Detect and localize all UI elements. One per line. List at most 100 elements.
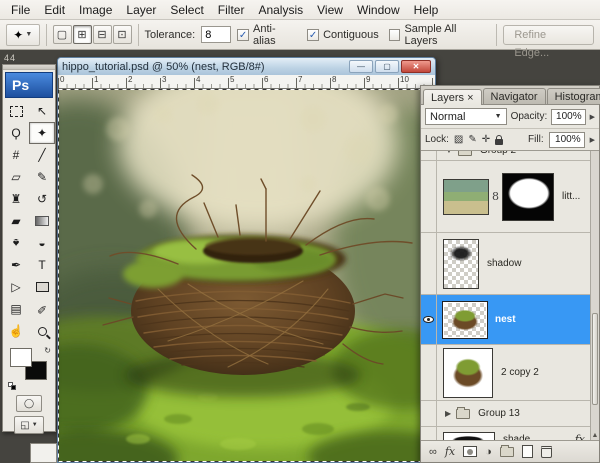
maximize-button[interactable]: ▢ <box>375 60 399 73</box>
tab-navigator[interactable]: Navigator <box>483 88 546 104</box>
layer-thumbnail[interactable] <box>443 179 489 215</box>
menu-filter[interactable]: Filter <box>211 0 252 20</box>
gradient-tool[interactable] <box>29 210 55 232</box>
layers-scrollbar[interactable]: ▲ <box>590 151 599 440</box>
checkbox-sample-all-layers[interactable]: Sample All Layers <box>389 23 491 47</box>
lock-all-icon[interactable] <box>495 139 503 145</box>
visibility-toggle[interactable] <box>421 161 437 232</box>
checkbox-anti-alias[interactable]: ✓Anti-alias <box>237 23 297 47</box>
new-selection-icon[interactable]: ▢ <box>53 25 72 44</box>
eyedropper-tool[interactable]: ✎ <box>29 298 55 320</box>
menu-edit[interactable]: Edit <box>37 0 72 20</box>
blend-mode-select[interactable]: Normal ▼ <box>425 108 507 125</box>
fill-spinner-icon[interactable]: ▶ <box>590 136 595 144</box>
visibility-toggle[interactable] <box>421 427 437 440</box>
hand-tool[interactable]: ☝ <box>3 320 29 342</box>
lock-position-icon[interactable]: ✛ <box>482 134 490 145</box>
layer-thumbnail[interactable] <box>443 302 487 338</box>
brush-tool[interactable]: ✎ <box>29 166 55 188</box>
menu-layer[interactable]: Layer <box>119 0 163 20</box>
scrollbar-thumb[interactable] <box>592 313 598 405</box>
checkbox-icon[interactable]: ✓ <box>237 29 249 41</box>
checkbox-contiguous[interactable]: ✓Contiguous <box>307 29 379 41</box>
tool-preset-picker[interactable]: ✦ ▼ <box>6 24 40 46</box>
adjustment-layer-icon[interactable]: ◑ <box>485 446 492 458</box>
quick-mask-button[interactable]: ◯ <box>16 395 42 412</box>
intersect-selection-icon[interactable]: ⊡ <box>113 25 132 44</box>
layer-thumbnail[interactable] <box>443 239 479 289</box>
magic-wand-tool[interactable]: ✦ <box>29 122 55 144</box>
healing-brush-tool[interactable]: ▱ <box>3 166 29 188</box>
menu-analysis[interactable]: Analysis <box>251 0 310 20</box>
tab-histogram[interactable]: Histogram <box>547 88 600 104</box>
delete-layer-icon[interactable] <box>541 446 552 458</box>
zoom-tool[interactable] <box>29 320 55 342</box>
history-brush-tool[interactable]: ↺ <box>29 188 55 210</box>
menu-select[interactable]: Select <box>163 0 210 20</box>
checkbox-icon[interactable] <box>389 29 401 41</box>
menu-image[interactable]: Image <box>72 0 119 20</box>
path-selection-tool[interactable]: ▷ <box>3 276 29 298</box>
shape-tool[interactable] <box>29 276 55 298</box>
lock-transparency-icon[interactable]: ▨ <box>454 134 463 145</box>
opacity-spinner-icon[interactable]: ▶ <box>590 113 595 121</box>
fill-input[interactable]: 100% <box>549 132 585 148</box>
notes-tool[interactable]: ▤ <box>3 298 29 320</box>
swap-colors-icon[interactable]: ↻ <box>44 346 51 355</box>
menu-file[interactable]: File <box>4 0 37 20</box>
move-tool[interactable]: ↖ <box>29 100 55 122</box>
group-expand-icon[interactable]: ▼ <box>445 151 453 155</box>
subtract-from-selection-icon[interactable]: ⊟ <box>93 25 112 44</box>
eraser-tool[interactable]: ▰ <box>3 210 29 232</box>
layer-fx-badge[interactable]: fx <box>575 433 585 440</box>
layer-row-nest[interactable]: nest <box>421 295 599 345</box>
minimize-button[interactable]: — <box>349 60 373 73</box>
clone-stamp-tool[interactable]: ♜ <box>3 188 29 210</box>
lock-pixels-icon[interactable]: ✎ <box>468 134 476 145</box>
menu-window[interactable]: Window <box>350 0 407 20</box>
layer-row-group13[interactable]: ▶ Group 13 <box>421 401 599 427</box>
document-titlebar[interactable]: hippo_tutorial.psd @ 50% (nest, RGB/8#) … <box>58 58 435 75</box>
link-layers-icon[interactable]: ∞ <box>429 446 437 458</box>
pen-tool[interactable]: ✒ <box>3 254 29 276</box>
group-expand-icon[interactable]: ▶ <box>445 409 451 418</box>
default-colors-icon[interactable] <box>8 382 17 390</box>
add-layer-mask-icon[interactable] <box>463 446 477 457</box>
new-group-icon[interactable] <box>500 447 514 457</box>
visibility-toggle[interactable] <box>421 151 437 160</box>
palette-grip[interactable] <box>3 65 55 70</box>
lasso-tool[interactable]: Ϙ <box>3 122 29 144</box>
type-tool[interactable]: T <box>29 254 55 276</box>
checkbox-icon[interactable]: ✓ <box>307 29 319 41</box>
foreground-color-swatch[interactable] <box>10 348 32 367</box>
layer-row-shade[interactable]: shade fx <box>421 427 599 440</box>
layer-row-group2[interactable]: ▼ Group 2 <box>421 151 599 161</box>
layer-mask-thumbnail[interactable] <box>502 173 554 221</box>
layer-row-shadow[interactable]: shadow <box>421 233 599 295</box>
visibility-toggle[interactable] <box>421 345 437 400</box>
layer-row-little-hippo[interactable]: 8 litt... <box>421 161 599 233</box>
layer-style-icon[interactable]: fx <box>445 445 455 458</box>
close-button[interactable]: ✕ <box>401 60 431 73</box>
scroll-arrow-icon[interactable]: ▲ <box>591 432 599 439</box>
blur-tool[interactable]: ♠ <box>3 232 29 254</box>
dock-collapse-label[interactable]: 44 <box>4 53 16 63</box>
add-to-selection-icon[interactable]: ⊞ <box>73 25 92 44</box>
rectangular-marquee-tool[interactable] <box>3 100 29 122</box>
visibility-toggle[interactable] <box>421 401 437 426</box>
layer-thumbnail[interactable] <box>443 348 493 398</box>
menu-help[interactable]: Help <box>407 0 446 20</box>
visibility-toggle[interactable] <box>421 295 437 344</box>
slice-tool[interactable]: ╱ <box>29 144 55 166</box>
refine-edge-button[interactable]: Refine Edge... <box>503 25 594 45</box>
dodge-tool[interactable]: ◒ <box>29 232 55 254</box>
canvas-image[interactable]: 思绪设计论坛 WWW.MISSYUAN.COM ALFOART.COM <box>58 89 423 462</box>
tab-layers[interactable]: Layers × <box>423 89 482 105</box>
layer-row-2copy2[interactable]: 2 copy 2 <box>421 345 599 401</box>
screen-mode-button[interactable]: ◱▼ <box>14 416 44 434</box>
visibility-toggle[interactable] <box>421 233 437 294</box>
layer-thumbnail[interactable] <box>443 432 495 441</box>
mask-link-icon[interactable]: 8 <box>492 190 499 203</box>
new-layer-icon[interactable] <box>522 445 533 458</box>
tolerance-input[interactable] <box>201 26 231 43</box>
